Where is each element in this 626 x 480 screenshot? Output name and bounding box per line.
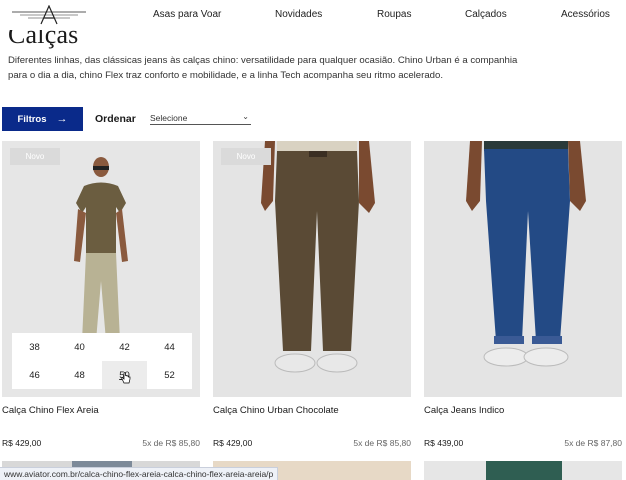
- product-installments: 5x de R$ 85,80: [353, 438, 411, 448]
- hand-cursor-icon: [121, 372, 131, 384]
- size-option[interactable]: 40: [57, 333, 102, 361]
- product-photo-chocolate-chino: [213, 141, 411, 397]
- chevron-down-icon: ⌄: [242, 112, 249, 121]
- size-option[interactable]: 48: [57, 361, 102, 389]
- product-image[interactable]: [424, 141, 622, 397]
- size-option[interactable]: 44: [147, 333, 192, 361]
- product-name[interactable]: Calça Chino Flex Areia: [2, 405, 99, 416]
- aviator-logo[interactable]: [10, 5, 88, 25]
- product-card[interactable]: Novo 38 40 42 44 46 48 50 52 Calça Chino…: [2, 141, 200, 448]
- nav-item-roupas[interactable]: Roupas: [377, 9, 411, 20]
- product-name[interactable]: Calça Chino Urban Chocolate: [213, 405, 339, 416]
- new-badge: Novo: [221, 148, 271, 165]
- product-installments: 5x de R$ 85,80: [142, 438, 200, 448]
- product-name[interactable]: Calça Jeans Indico: [424, 405, 504, 416]
- size-option[interactable]: 46: [12, 361, 57, 389]
- link-status-bar: www.aviator.com.br/calca-chino-flex-arei…: [0, 467, 279, 480]
- sort-label: Ordenar: [95, 113, 136, 125]
- nav-item-novidades[interactable]: Novidades: [275, 9, 322, 20]
- product-image[interactable]: Novo 38 40 42 44 46 48 50 52: [2, 141, 200, 397]
- product-photo-denim-jeans: [424, 141, 622, 397]
- filters-button-label: Filtros: [17, 113, 47, 125]
- sort-select-value: Selecione: [150, 113, 188, 123]
- nav-item-calcados[interactable]: Calçados: [465, 9, 507, 20]
- nav-item-asas-para-voar[interactable]: Asas para Voar: [153, 9, 221, 20]
- site-header: Asas para Voar Novidades Roupas Calçados…: [0, 0, 626, 30]
- product-price: R$ 429,00: [213, 438, 253, 448]
- new-badge: Novo: [10, 148, 60, 165]
- category-description: Diferentes linhas, das clássicas jeans à…: [8, 55, 518, 81]
- arrow-right-icon: →: [56, 113, 68, 125]
- sort-select[interactable]: Selecione ⌄: [150, 112, 251, 125]
- size-option[interactable]: 52: [147, 361, 192, 389]
- product-price: R$ 429,00: [2, 438, 42, 448]
- product-card[interactable]: Novo Calça Chino Urban Chocolate R$ 429,…: [213, 141, 411, 448]
- product-installments: 5x de R$ 87,80: [564, 438, 622, 448]
- product-price: R$ 439,00: [424, 438, 464, 448]
- size-selector: 38 40 42 44 46 48 50 52: [12, 333, 192, 389]
- product-image-next-row[interactable]: [424, 461, 622, 480]
- size-option[interactable]: 42: [102, 333, 147, 361]
- nav-item-acessorios[interactable]: Acessórios: [561, 9, 610, 20]
- size-option[interactable]: 38: [12, 333, 57, 361]
- product-card[interactable]: Calça Jeans Indico R$ 439,00 5x de R$ 87…: [424, 141, 622, 448]
- filters-button[interactable]: Filtros →: [2, 107, 83, 131]
- product-image[interactable]: Novo: [213, 141, 411, 397]
